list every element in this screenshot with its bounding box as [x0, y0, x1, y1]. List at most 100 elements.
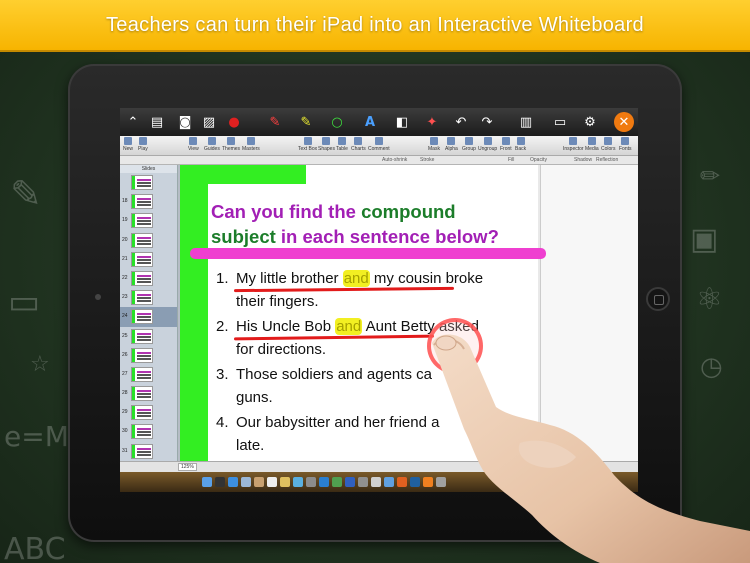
contacts-icon[interactable]	[254, 477, 264, 487]
slide-thumbnail[interactable]: 23	[120, 288, 177, 307]
ribbon-masters[interactable]: Masters	[242, 137, 260, 152]
home-button[interactable]	[646, 287, 670, 311]
safari-icon[interactable]	[228, 477, 238, 487]
pencil-doodle-icon: ✎	[10, 172, 42, 216]
app-icon[interactable]	[371, 477, 381, 487]
ribbon-media[interactable]: Media	[585, 137, 599, 152]
reflection-checkbox[interactable]: Reflection	[596, 157, 618, 163]
ribbon-guides[interactable]: Guides	[204, 137, 220, 152]
slide-preview	[131, 290, 153, 306]
app-icon[interactable]	[384, 477, 394, 487]
slide-thumbnail[interactable]: 20	[120, 231, 177, 250]
shapes-icon	[322, 137, 331, 145]
ribbon-ungroup[interactable]: Ungroup	[478, 137, 497, 152]
ribbon-new[interactable]: New	[123, 137, 133, 152]
slide-thumbnail[interactable]: 26	[120, 346, 177, 365]
app-icon[interactable]	[306, 477, 316, 487]
fill-label: Fill	[508, 157, 515, 163]
slide-number: 19	[122, 217, 128, 224]
ribbon-comment[interactable]: Comment	[368, 137, 390, 152]
ribbon-view[interactable]: View	[188, 137, 199, 152]
slides-header: Slides	[120, 165, 177, 173]
itunes-icon[interactable]	[293, 477, 303, 487]
slide-thumbnail[interactable]: 30	[120, 422, 177, 441]
new-page-icon[interactable]: ▤	[147, 112, 167, 132]
book-icon[interactable]: ▥	[516, 112, 536, 132]
slide-number: 26	[122, 351, 128, 358]
photos-icon[interactable]	[280, 477, 290, 487]
slide-number: 30	[122, 428, 128, 435]
slide-thumbnail[interactable]: 29	[120, 403, 177, 422]
present-icon[interactable]: ▭	[550, 112, 570, 132]
ribbon-colors[interactable]: Colors	[601, 137, 615, 152]
play-icon	[138, 137, 147, 145]
collapse-icon[interactable]: ⌃	[123, 112, 143, 132]
highlighter-icon[interactable]: ✎	[296, 112, 316, 132]
ribbon-front[interactable]: Front	[500, 137, 512, 152]
ribbon-alpha[interactable]: Alpha	[445, 137, 458, 152]
ribbon-shapes[interactable]: Shapes	[318, 137, 335, 152]
slide-number: 18	[122, 198, 128, 205]
ribbon-play[interactable]: Play	[138, 137, 148, 152]
stroke-label: Stroke	[420, 157, 435, 163]
app-icon[interactable]	[319, 477, 329, 487]
eraser-icon[interactable]: ◧	[392, 112, 412, 132]
zoom-select[interactable]: 125%	[178, 463, 197, 471]
comment-icon	[374, 137, 383, 145]
slide-thumbnail[interactable]: 27	[120, 365, 177, 384]
masters-icon	[246, 137, 255, 145]
slide-number: 21	[122, 255, 128, 262]
slide-preview	[131, 424, 153, 440]
auto-shrink-checkbox[interactable]: Auto-shrink	[382, 157, 407, 163]
banner-headline: Teachers can turn their iPad into an Int…	[106, 14, 644, 36]
slide-thumbnail[interactable]: 18	[120, 192, 177, 211]
finder-icon[interactable]	[202, 477, 212, 487]
mail-icon[interactable]	[241, 477, 251, 487]
back-icon	[516, 137, 525, 145]
slide-thumbnail[interactable]: 25	[120, 327, 177, 346]
calendar-icon[interactable]	[267, 477, 277, 487]
media-icon	[587, 137, 596, 145]
text-icon[interactable]: A	[360, 112, 380, 132]
ribbon-group[interactable]: Group	[462, 137, 476, 152]
camera-icon[interactable]: ◙	[175, 112, 195, 132]
ribbon-back[interactable]: Back	[515, 137, 526, 152]
ribbon-fonts[interactable]: Fonts	[619, 137, 632, 152]
slide-thumbnail[interactable]: 19	[120, 211, 177, 230]
close-icon[interactable]: ✕	[614, 112, 634, 132]
mask-icon	[429, 137, 438, 145]
undo-icon[interactable]: ↶	[451, 112, 471, 132]
ribbon-charts[interactable]: Charts	[351, 137, 366, 152]
slide-preview	[131, 309, 153, 325]
slide-thumbnail[interactable]: 24	[120, 307, 177, 327]
slide-preview	[131, 405, 153, 421]
laser-icon[interactable]: ✦	[422, 112, 442, 132]
ribbon-themes[interactable]: Themes	[222, 137, 240, 152]
slide-number: 29	[122, 409, 128, 416]
dashboard-icon[interactable]	[215, 477, 225, 487]
slide-thumbnail[interactable]: 31	[120, 442, 177, 461]
star-doodle-icon: ☆	[30, 352, 50, 377]
slide-thumbnail[interactable]: 28	[120, 384, 177, 403]
view-icon	[189, 137, 198, 145]
slide-thumbnail[interactable]	[120, 173, 177, 192]
settings-icon[interactable]: ⚙	[580, 112, 600, 132]
slide-preview	[131, 328, 153, 344]
app-icon[interactable]	[358, 477, 368, 487]
ribbon-textbox[interactable]: Text Box	[298, 137, 317, 152]
ribbon-mask[interactable]: Mask	[428, 137, 440, 152]
record-icon[interactable]: ●	[224, 112, 244, 132]
app-icon[interactable]	[332, 477, 342, 487]
red-pen-icon[interactable]: ✎	[265, 112, 285, 132]
shadow-checkbox[interactable]: Shadow	[574, 157, 592, 163]
circle-icon[interactable]: ○	[327, 112, 347, 132]
ribbon-inspector[interactable]: Inspector	[563, 137, 584, 152]
app-icon[interactable]	[345, 477, 355, 487]
slide-thumbnail-list: 18 19 20 21 22 23 24 25 26 27 28 29 30 31	[120, 173, 177, 461]
slide-thumbnail[interactable]: 22	[120, 269, 177, 288]
camera-icon	[95, 294, 101, 300]
ribbon-table[interactable]: Table	[336, 137, 348, 152]
redo-icon[interactable]: ↷	[477, 112, 497, 132]
image-icon[interactable]: ▨	[199, 112, 219, 132]
slide-thumbnail[interactable]: 21	[120, 250, 177, 269]
